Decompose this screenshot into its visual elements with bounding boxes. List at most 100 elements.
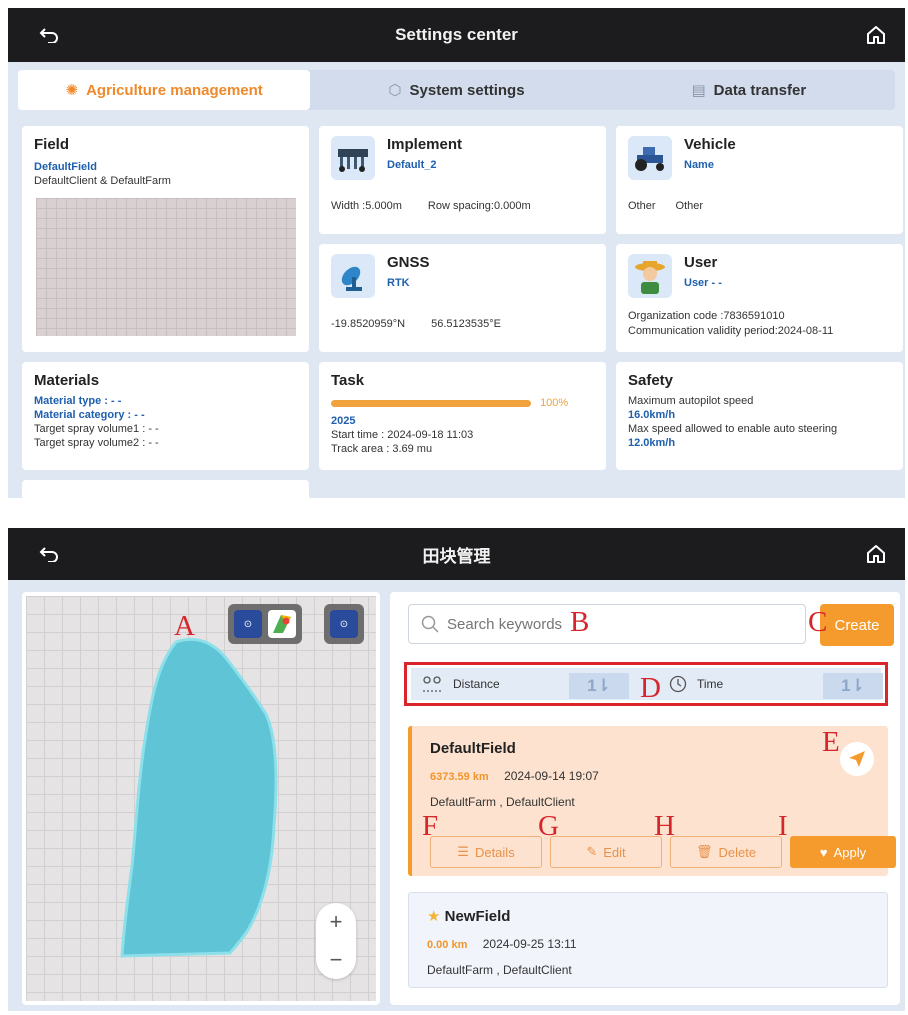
task-card[interactable]: Task 100% 2025 Start time : 2024-09-18 1… [319,362,606,470]
target-spray-volume-1: Target spray volume1 : - - [34,423,159,435]
gnss-card[interactable]: GNSS RTK -19.8520959°N 56.5123535°E [319,244,606,352]
distance-icon [423,676,441,692]
heart-icon: ♥ [819,844,828,860]
apply-label: Apply [833,844,867,860]
tab-label: Data transfer [713,81,807,99]
send-icon [849,751,865,767]
field-distance: 6373.59 km [430,771,489,783]
satellite-icon [331,254,375,298]
edit-label: Edit [603,844,626,860]
field-heading: Field [34,136,70,153]
details-label: Details [474,844,515,860]
tab-bar: ✺ Agriculture management ⬡ System settin… [18,70,895,110]
tab-label: Agriculture management [86,81,263,99]
annotation-f: F [422,810,439,842]
field-date: 2024-09-25 13:11 [482,937,577,951]
back-icon[interactable] [38,543,60,565]
details-button[interactable]: ☰ Details [430,836,542,868]
tab-label: System settings [409,81,525,99]
distance-label: Distance [453,677,500,691]
apply-button[interactable]: ♥ Apply [790,836,896,868]
tab-agriculture-management[interactable]: ✺ Agriculture management [18,70,311,110]
zoom-in-button[interactable]: + [330,909,343,935]
auto-steer-speed-label: Max speed allowed to enable auto steerin… [628,423,838,435]
annotation-c: C [808,606,828,638]
field-list-panel: Create Distance 1⇂ Time 1⇂ DefaultField … [390,592,900,1005]
time-sort-toggle[interactable]: 1⇂ [823,673,883,699]
field-card[interactable]: Field DefaultField DefaultClient & Defau… [22,126,309,352]
delete-label: Delete [718,844,757,860]
search-box[interactable] [408,604,806,644]
edit-button[interactable]: ✎ Edit [550,836,662,868]
task-start-time: Start time : 2024-09-18 11:03 [331,429,474,442]
title-bar: 田块管理 [8,528,905,580]
safety-card[interactable]: Safety Maximum autopilot speed 16.0km/h … [616,362,903,470]
vehicle-subtype: Other [675,200,704,212]
task-progress-label: 100% [540,397,569,410]
max-autopilot-speed-value: 16.0km/h [628,409,676,421]
field-name: DefaultField [34,161,97,173]
partial-card [22,480,309,498]
zoom-out-button[interactable]: − [330,947,343,973]
field-name: NewField [444,908,511,925]
task-track-area: Track area : 3.69 mu [331,443,433,456]
tab-data-transfer[interactable]: ▤ Data transfer [603,70,895,110]
map-source-icon[interactable]: ⊙ [234,610,262,638]
field-list-item-selected[interactable]: DefaultField 6373.59 km 2024-09-14 19:07… [408,726,896,876]
material-category: Material category : - - [34,409,145,421]
page-title: Settings center [395,25,518,44]
settings-center-screen: Settings center ✺ Agriculture management… [8,8,905,498]
page-title: 田块管理 [422,546,491,566]
gear-sun-icon: ✺ [65,82,79,99]
gnss-longitude: 56.5123535°E [431,318,501,330]
home-icon[interactable] [863,22,889,48]
list-icon: ☰ [457,844,469,859]
google-maps-icon[interactable] [268,610,296,638]
field-list-item[interactable]: ★ NewField 0.00 km 2024-09-25 13:11 Defa… [408,892,888,988]
user-org-code: Organization code :7836591010 [628,310,785,322]
sort-by-time[interactable]: Time [669,668,723,700]
vehicle-card[interactable]: Vehicle Name Other Other [616,126,903,234]
field-date: 2024-09-14 19:07 [504,769,599,783]
trash-icon: 🗑 [695,844,713,859]
user-avatar-icon [628,254,672,298]
database-icon: ▤ [691,82,706,99]
sort-by-distance[interactable]: Distance [421,668,500,700]
implement-width: Width :5.000m [331,200,402,212]
zoom-control: + − [316,903,356,979]
star-icon: ★ [427,908,441,925]
title-bar: Settings center [8,8,905,62]
annotation-i: I [778,810,788,842]
field-management-screen: 田块管理 ⊙ ⊙ + − Search keywords Create Dist… [8,528,905,1011]
map-panel: ⊙ ⊙ + − [22,592,380,1005]
locate-icon: ⊙ [330,610,358,638]
materials-card[interactable]: Materials Material type : - - Material c… [22,362,309,470]
max-autopilot-speed-label: Maximum autopilot speed [628,395,754,407]
locate-button[interactable]: ⊙ [324,604,364,644]
task-progress-bar [331,399,531,407]
create-button[interactable]: Create [820,604,894,646]
implement-row-spacing: Row spacing:0.000m [427,200,531,212]
implement-card[interactable]: Implement Default_2 Width :5.000m Row sp… [319,126,606,234]
search-icon [421,615,439,633]
field-map-preview [36,198,296,336]
clock-icon [669,675,687,693]
task-heading: Task [331,372,365,389]
distance-sort-toggle[interactable]: 1⇂ [569,673,629,699]
delete-button[interactable]: 🗑 Delete [670,836,782,868]
target-spray-volume-2: Target spray volume2 : - - [34,437,159,449]
task-name: 2025 [331,415,356,428]
navigate-button[interactable] [840,742,874,776]
field-owner: DefaultFarm , DefaultClient [427,963,572,977]
tab-system-settings[interactable]: ⬡ System settings [310,70,602,110]
map-layer-buttons: ⊙ [228,604,302,644]
material-type: Material type : - - [34,395,122,407]
field-name: DefaultField [430,740,516,757]
map-view[interactable]: ⊙ ⊙ + − [26,596,376,1001]
gear-icon: ⬡ [388,82,402,99]
gnss-latitude: -19.8520959°N [331,318,406,330]
home-icon[interactable] [863,541,889,567]
back-icon[interactable] [38,24,60,46]
user-card[interactable]: User User - - Organization code :7836591… [616,244,903,352]
tractor-icon [628,136,672,180]
